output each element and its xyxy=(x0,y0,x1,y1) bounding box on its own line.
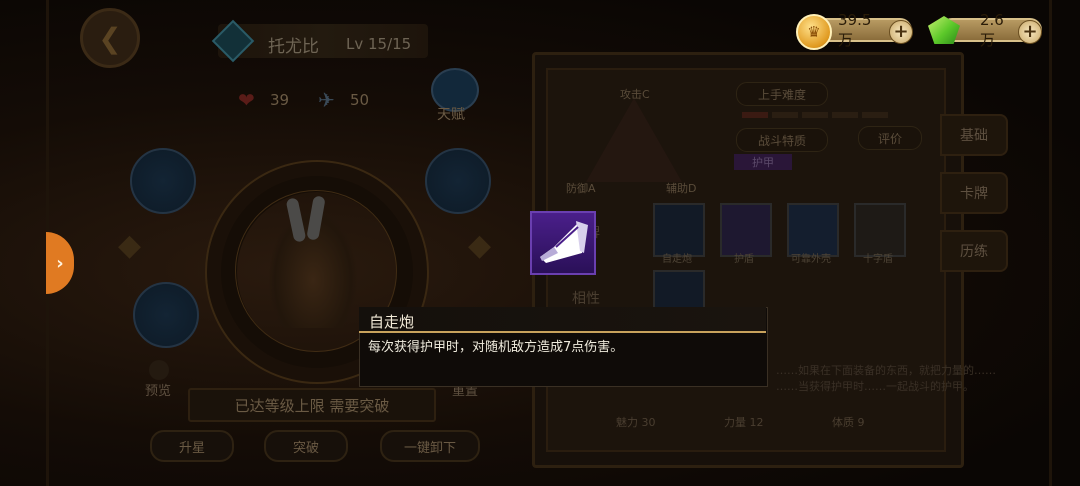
equip-slot-armor[interactable] xyxy=(425,148,491,214)
back-arrow-icon: ❮ xyxy=(98,21,122,55)
preview-label: 预览 xyxy=(145,384,172,399)
gem-value: 2.6万 xyxy=(980,10,1004,49)
equip-slot-accessory[interactable] xyxy=(133,282,199,348)
hearts-count: 39 xyxy=(270,91,290,109)
difficulty-segment xyxy=(802,112,828,118)
heart-icon: ❤ xyxy=(238,88,255,112)
armor-trait-tag: 护甲 xyxy=(734,154,792,170)
card-label: 十字盾 xyxy=(863,254,893,265)
triangle-top-label: 攻击C xyxy=(620,88,650,101)
difficulty-segment xyxy=(862,112,888,118)
card-label: 可靠外壳 xyxy=(791,254,831,265)
card-slot[interactable] xyxy=(787,203,839,257)
panel-description-line: ……当获得护甲时……一起战斗的护甲。 xyxy=(776,380,974,393)
tooltip-title: 自走炮 xyxy=(369,313,415,331)
star-up-button[interactable]: 升星 xyxy=(150,430,234,462)
tab-basic[interactable]: 基础 xyxy=(940,114,1008,156)
hero-name: 托尤比 xyxy=(268,37,319,57)
wing-icon: ✈ xyxy=(318,88,335,112)
preview-icon[interactable] xyxy=(149,360,169,380)
affinity-slot[interactable] xyxy=(653,270,705,310)
difficulty-bar xyxy=(742,112,888,118)
hero-level: Lv 15/15 xyxy=(346,35,412,53)
equip-slot-weapon[interactable] xyxy=(130,148,196,214)
tab-cards[interactable]: 卡牌 xyxy=(940,172,1008,214)
role-triangle xyxy=(586,98,682,182)
talent-label: 天赋 xyxy=(437,107,465,123)
difficulty-label: 上手难度 xyxy=(736,82,828,106)
prev-hero-arrow-icon[interactable]: ◆ xyxy=(118,228,141,263)
difficulty-segment xyxy=(772,112,798,118)
battle-trait-label: 战斗特质 xyxy=(736,128,828,152)
card-label: 护盾 xyxy=(734,254,754,265)
card-slot[interactable] xyxy=(653,203,705,257)
card-slot[interactable] xyxy=(720,203,772,257)
tab-history[interactable]: 历练 xyxy=(940,230,1008,272)
stat-strength: 力量 12 xyxy=(724,416,764,429)
breakthrough-button[interactable]: 突破 xyxy=(264,430,348,462)
unequip-all-button[interactable]: 一键卸下 xyxy=(380,430,480,462)
stat-constitution: 体质 9 xyxy=(832,416,865,429)
back-button[interactable]: ❮ xyxy=(80,8,140,68)
wings-count: 50 xyxy=(350,91,370,109)
stat-charm: 魅力 30 xyxy=(616,416,656,429)
gold-coin-icon: ♛ xyxy=(796,14,832,50)
tooltip-description: 每次获得护甲时，对随机敌方造成7点伤害。 xyxy=(368,340,624,355)
tooltip-header xyxy=(359,307,766,333)
add-gold-button[interactable]: + xyxy=(889,20,913,44)
difficulty-segment xyxy=(832,112,858,118)
add-gems-button[interactable]: + xyxy=(1018,20,1042,44)
level-cap-banner: 已达等级上限 需要突破 xyxy=(188,388,436,422)
skill-card-icon xyxy=(530,211,596,275)
card-slot[interactable] xyxy=(854,203,906,257)
panel-description-line: ……如果在下面装备的东西，就把力量的…… xyxy=(776,364,996,377)
triangle-right-label: 辅助D xyxy=(666,182,697,195)
chevron-right-icon: › xyxy=(56,252,64,274)
hero-portrait xyxy=(268,195,358,328)
difficulty-segment xyxy=(742,112,768,118)
next-hero-arrow-icon[interactable]: ◆ xyxy=(468,228,491,263)
affinity-section-label: 相性 xyxy=(572,291,600,307)
review-button[interactable]: 评价 xyxy=(858,126,922,150)
megaphone-icon xyxy=(540,221,588,263)
gold-value: 39.5万 xyxy=(838,10,872,49)
card-label: 自走炮 xyxy=(662,254,692,265)
triangle-left-label: 防御A xyxy=(566,182,596,195)
